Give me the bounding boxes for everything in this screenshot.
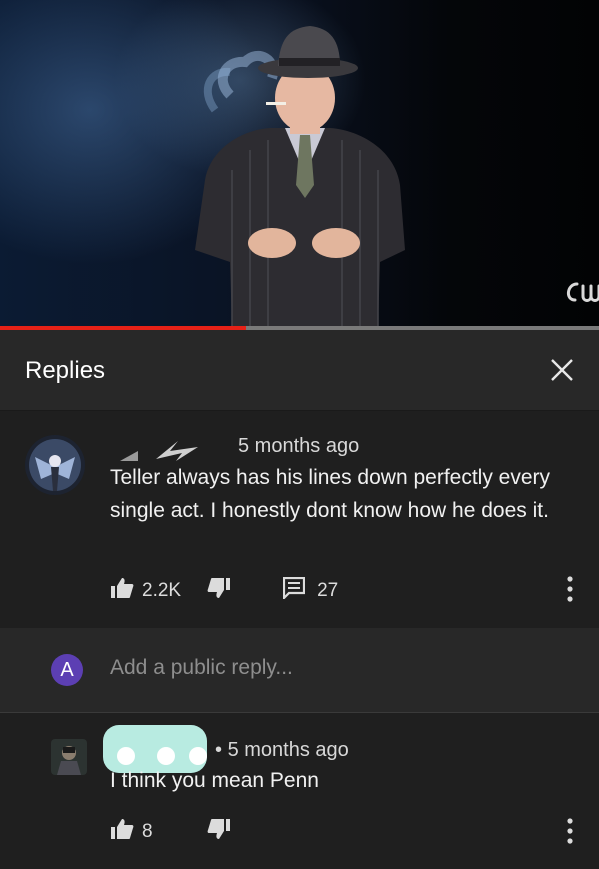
like-count: 8 [142, 820, 153, 842]
reply-comment: • 5 months ago I think you mean Penn 8 [0, 713, 599, 869]
add-reply-bar: A Add a public reply... [0, 628, 599, 713]
parent-comment: 5 months ago Teller always has his lines… [0, 411, 599, 625]
dislike-icon[interactable] [207, 818, 231, 845]
separator-dot: • [215, 739, 228, 761]
comment-text: Teller always has his lines down perfect… [110, 466, 551, 522]
reply-count: 27 [317, 579, 339, 601]
dislike-icon[interactable] [207, 577, 231, 604]
redaction-dot [117, 747, 135, 765]
like-icon[interactable] [110, 577, 134, 604]
reply-icon[interactable] [282, 576, 306, 604]
video-player[interactable] [0, 0, 599, 328]
reply-timestamp: • 5 months ago [215, 739, 349, 762]
reply-time-text: 5 months ago [227, 739, 349, 761]
reply-text: I think you mean Penn [110, 769, 319, 792]
comment-timestamp: 5 months ago [238, 435, 360, 457]
replies-header: Replies [0, 330, 599, 411]
replies-title: Replies [25, 357, 106, 384]
user-avatar[interactable]: A [51, 654, 83, 686]
reply-actions: 8 [110, 818, 231, 845]
close-icon[interactable] [549, 357, 575, 383]
comment-actions: 2.2K 27 [110, 576, 339, 604]
more-options-icon[interactable] [559, 817, 581, 845]
redaction-dot [157, 747, 175, 765]
more-options-icon[interactable] [559, 575, 581, 603]
like-count: 2.2K [142, 579, 182, 601]
video-frame-illustration [195, 26, 405, 328]
reply-author-avatar[interactable] [51, 739, 87, 775]
redaction-dot [189, 747, 207, 765]
like-icon[interactable] [110, 818, 134, 845]
commenter-avatar[interactable] [25, 435, 85, 495]
reply-input[interactable]: Add a public reply... [110, 656, 293, 680]
